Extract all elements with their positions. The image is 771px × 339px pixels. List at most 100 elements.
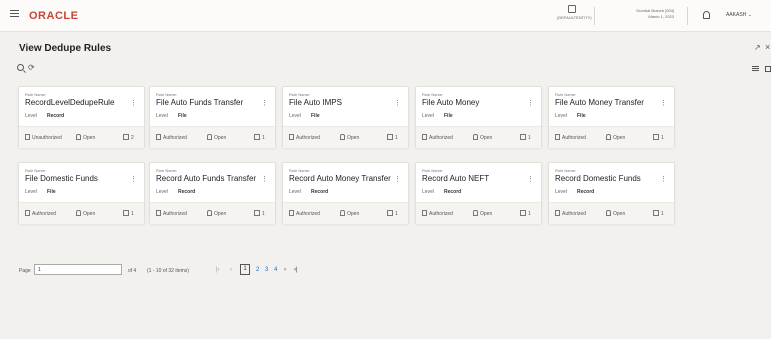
card-footer: Authorized Open 1: [549, 202, 674, 224]
search-icon[interactable]: [17, 64, 24, 71]
level-caption: Level: [289, 189, 301, 195]
page-link[interactable]: 3: [265, 267, 268, 273]
kebab-menu-icon[interactable]: ⋮: [527, 175, 534, 183]
lock-icon: [606, 210, 611, 216]
rule-card[interactable]: Rule Name: Record Auto NEFT ⋮ Level Reco…: [415, 162, 542, 224]
hamburger-menu-icon[interactable]: [10, 10, 19, 17]
rule-name-caption: Rule Name:: [422, 92, 444, 97]
building-icon: [568, 5, 576, 13]
level-caption: Level: [156, 189, 168, 195]
user-name: AAKASH: [726, 12, 747, 18]
notification-bell-icon[interactable]: [703, 11, 710, 19]
kebab-menu-icon[interactable]: ⋮: [261, 175, 268, 183]
version-number: 1: [262, 135, 265, 141]
document-icon: [156, 210, 161, 216]
status-text: Authorized: [32, 211, 56, 217]
card-footer: Authorized Open 1: [549, 126, 674, 148]
kebab-menu-icon[interactable]: ⋮: [660, 99, 667, 107]
kebab-menu-icon[interactable]: ⋮: [130, 175, 137, 183]
current-page-button[interactable]: 1: [240, 264, 250, 275]
lock-icon: [473, 134, 478, 140]
card-footer: Authorized Open 1: [150, 126, 275, 148]
status-text: Authorized: [429, 211, 453, 217]
previous-page-button[interactable]: ‹: [230, 267, 232, 273]
document-icon: [156, 134, 161, 140]
rule-name: Record Domestic Funds: [555, 174, 641, 183]
grid-view-icon[interactable]: [765, 66, 771, 72]
version-icon: [520, 134, 526, 140]
chevron-down-icon: ⌄: [747, 12, 752, 18]
rule-name-caption: Rule Name:: [25, 92, 47, 97]
rule-card[interactable]: Rule Name: File Auto IMPS ⋮ Level File A…: [282, 86, 409, 148]
kebab-menu-icon[interactable]: ⋮: [527, 99, 534, 107]
status-text: Authorized: [562, 135, 586, 141]
version-icon: [653, 210, 659, 216]
document-icon: [555, 134, 560, 140]
page-link[interactable]: 4: [274, 267, 277, 273]
rule-card[interactable]: Rule Name: File Auto Funds Transfer ⋮ Le…: [149, 86, 276, 148]
next-page-button[interactable]: ›: [284, 267, 286, 273]
level-caption: Level: [156, 113, 168, 119]
version-icon: [387, 210, 393, 216]
rule-card[interactable]: Rule Name: File Auto Money ⋮ Level File …: [415, 86, 542, 148]
kebab-menu-icon[interactable]: ⋮: [130, 99, 137, 107]
status-text: Authorized: [296, 135, 320, 141]
rule-name-caption: Rule Name:: [422, 168, 444, 173]
card-footer: Authorized Open 1: [416, 126, 541, 148]
last-page-button[interactable]: ›|: [294, 267, 298, 273]
user-menu[interactable]: AAKASH ⌄: [726, 12, 752, 18]
list-view-icon[interactable]: [752, 66, 759, 72]
version-number: 1: [528, 211, 531, 217]
rule-card[interactable]: Rule Name: RecordLevelDedupeRule ⋮ Level…: [18, 86, 145, 148]
rule-card[interactable]: Rule Name: Record Auto Money Transfer ⋮ …: [282, 162, 409, 224]
rule-name: Record Auto Money Transfer: [289, 174, 391, 183]
document-icon: [422, 134, 427, 140]
kebab-menu-icon[interactable]: ⋮: [394, 175, 401, 183]
document-icon: [289, 134, 294, 140]
page-title: View Dedupe Rules: [19, 43, 112, 54]
branch-info: Dumbai Branch [004] March 1, 2023: [606, 8, 674, 20]
level-value: Record: [47, 113, 65, 119]
kebab-menu-icon[interactable]: ⋮: [261, 99, 268, 107]
card-footer: Authorized Open 1: [150, 202, 275, 224]
kebab-menu-icon[interactable]: ⋮: [660, 175, 667, 183]
expand-icon[interactable]: ↗: [754, 43, 761, 52]
rule-card[interactable]: Rule Name: File Domestic Funds ⋮ Level F…: [18, 162, 145, 224]
level-caption: Level: [422, 113, 434, 119]
document-icon: [25, 210, 30, 216]
refresh-icon[interactable]: ⟳: [28, 63, 35, 72]
close-icon[interactable]: ×: [765, 42, 770, 52]
version-icon: [123, 134, 129, 140]
card-footer: Authorized Open 1: [416, 202, 541, 224]
rule-name-caption: Rule Name:: [555, 168, 577, 173]
rule-card[interactable]: Rule Name: File Auto Money Transfer ⋮ Le…: [548, 86, 675, 148]
rule-name-caption: Rule Name:: [289, 168, 311, 173]
rule-card[interactable]: Rule Name: Record Auto Funds Transfer ⋮ …: [149, 162, 276, 224]
level-value: Record: [577, 189, 595, 195]
level-value: Record: [444, 189, 462, 195]
card-footer: Authorized Open 1: [283, 126, 408, 148]
status-text: Unauthorized: [32, 135, 62, 141]
version-icon: [254, 210, 260, 216]
version-icon: [123, 210, 129, 216]
status-text: Authorized: [296, 211, 320, 217]
document-icon: [25, 134, 30, 140]
rule-card[interactable]: Rule Name: Record Domestic Funds ⋮ Level…: [548, 162, 675, 224]
document-icon: [555, 210, 560, 216]
level-value: Record: [178, 189, 196, 195]
page-number-input[interactable]: [34, 264, 122, 275]
rule-name: RecordLevelDedupeRule: [25, 98, 115, 107]
level-caption: Level: [289, 113, 301, 119]
first-page-button[interactable]: |‹: [216, 267, 220, 273]
rule-name: File Auto IMPS: [289, 98, 342, 107]
lock-icon: [207, 134, 212, 140]
lock-icon: [473, 210, 478, 216]
document-icon: [422, 210, 427, 216]
version-number: 1: [131, 211, 134, 217]
lock-icon: [76, 210, 81, 216]
card-footer: Authorized Open 1: [283, 202, 408, 224]
page-link[interactable]: 2: [256, 267, 259, 273]
level-value: File: [178, 113, 187, 119]
branch-selector[interactable]: (DEFAULTENTITY): [557, 5, 592, 20]
kebab-menu-icon[interactable]: ⋮: [394, 99, 401, 107]
